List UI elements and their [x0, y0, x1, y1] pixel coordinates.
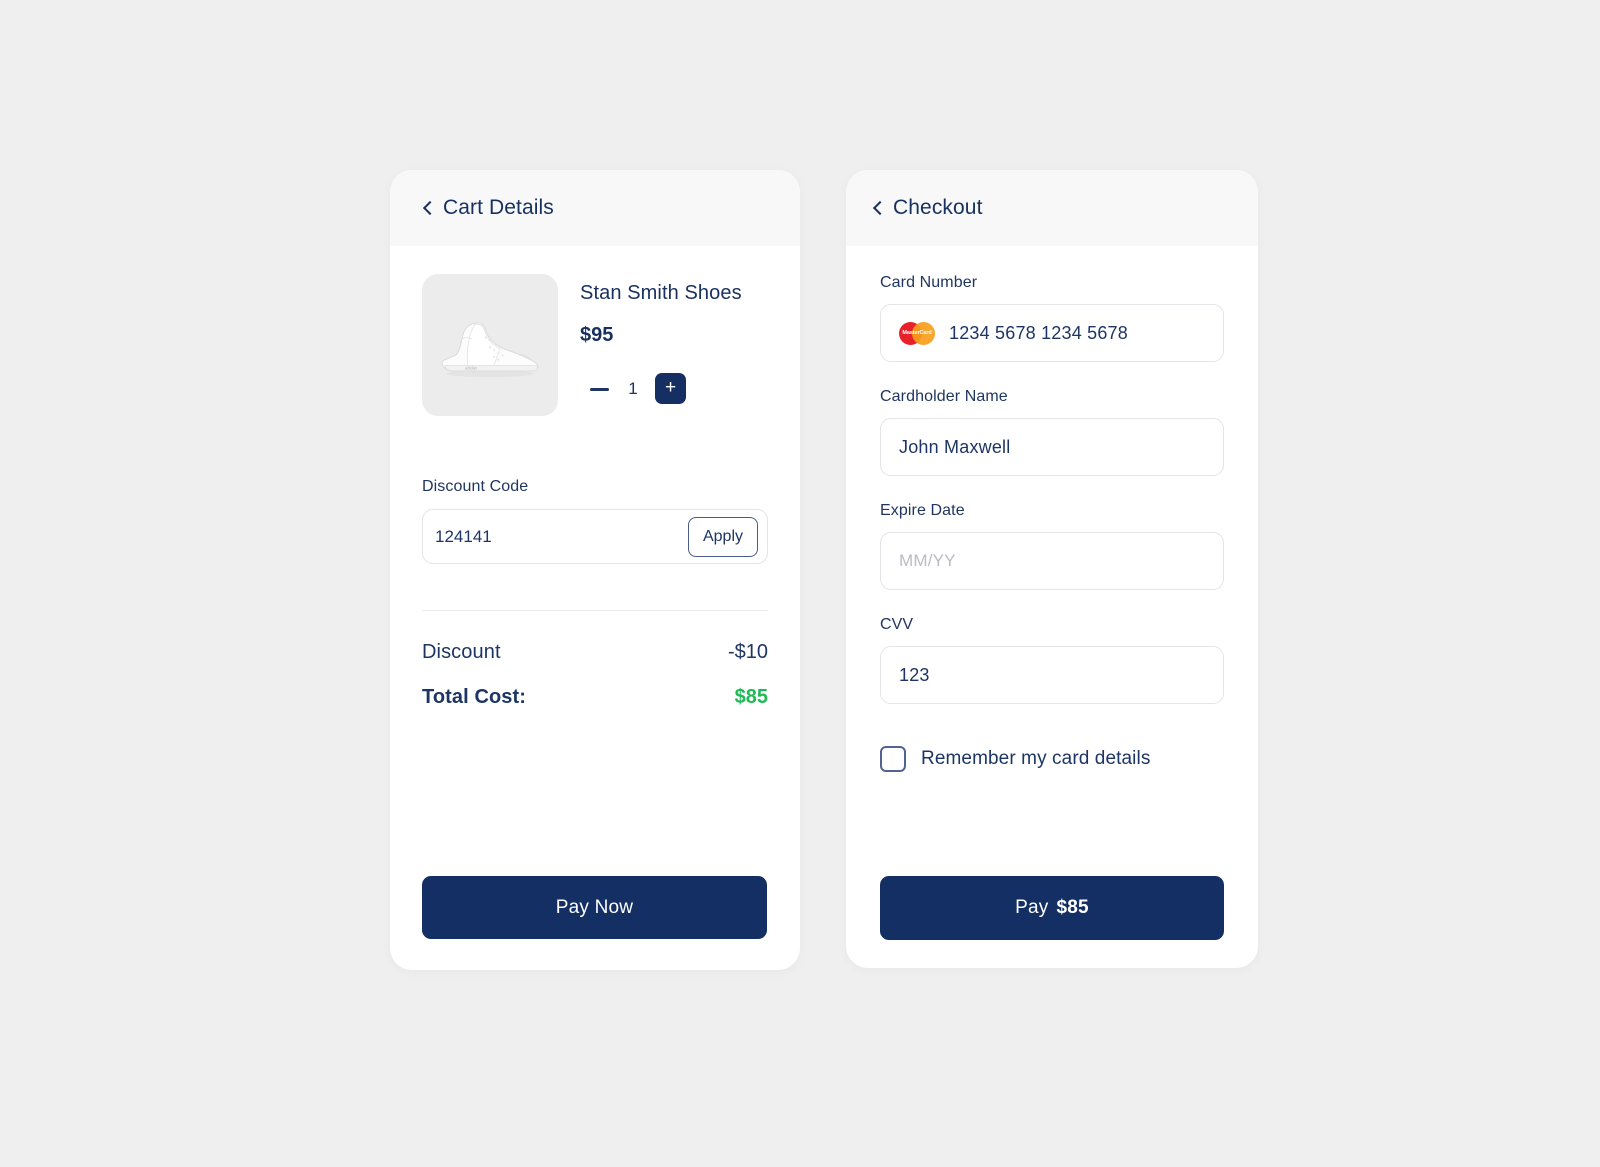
pay-prefix-label: Pay: [1015, 897, 1049, 918]
card-number-input[interactable]: 1234 5678 1234 5678: [949, 323, 1128, 344]
cardholder-name-input[interactable]: John Maxwell: [899, 437, 1010, 458]
pay-now-button[interactable]: Pay Now: [422, 876, 767, 939]
card-number-field[interactable]: MasterCard 1234 5678 1234 5678: [880, 304, 1224, 362]
checkout-title: Checkout: [893, 196, 983, 219]
discount-code-input[interactable]: 124141: [435, 527, 688, 547]
product-info: Stan Smith Shoes $95 1 +: [580, 274, 768, 416]
product-name: Stan Smith Shoes: [580, 282, 742, 304]
discount-summary-label: Discount: [422, 641, 501, 663]
total-cost-label: Total Cost:: [422, 686, 527, 708]
checkout-card-body: Card Number MasterCard 1234 5678 1234 56…: [846, 274, 1258, 772]
total-cost-row: Total Cost: $85: [422, 686, 768, 709]
expire-date-label: Expire Date: [880, 502, 965, 519]
cardholder-name-field[interactable]: John Maxwell: [880, 418, 1224, 476]
page-title: Cart Details: [443, 196, 554, 219]
expire-date-field[interactable]: MM/YY: [880, 532, 1224, 590]
discount-summary-amount: -$10: [727, 641, 768, 663]
remember-card-checkbox[interactable]: [880, 746, 906, 772]
checkout-card-header: Checkout: [846, 170, 1258, 246]
back-to-checkout-button[interactable]: Checkout: [871, 196, 983, 220]
pay-amount-label: $85: [1056, 897, 1089, 918]
remember-card-row[interactable]: Remember my card details: [880, 746, 1224, 772]
back-to-cart-button[interactable]: Cart Details: [421, 196, 554, 220]
cvv-group: CVV 123: [880, 616, 1224, 704]
summary-divider: [422, 610, 768, 611]
cart-card-body: adidas Stan Smith Shoes $95 1 + Discount…: [390, 274, 800, 709]
total-cost-amount: $85: [734, 686, 768, 708]
svg-text:adidas: adidas: [465, 366, 477, 371]
screen: Cart Details adidas Stan Smith Shoes $95…: [0, 0, 1600, 1167]
mastercard-wordmark: MasterCard: [902, 329, 932, 336]
remember-card-label: Remember my card details: [921, 748, 1151, 769]
product-row: adidas Stan Smith Shoes $95 1 +: [422, 274, 768, 416]
quantity-stepper: 1 +: [589, 373, 768, 404]
discount-summary-row: Discount -$10: [422, 641, 768, 664]
chevron-left-icon: [871, 202, 884, 215]
cvv-field[interactable]: 123: [880, 646, 1224, 704]
white-sneaker-icon: adidas: [441, 322, 539, 378]
card-number-group: Card Number MasterCard 1234 5678 1234 56…: [880, 274, 1224, 362]
discount-code-field[interactable]: 124141 Apply: [422, 509, 768, 564]
checkout-card: Checkout Card Number MasterCard 1234 567…: [846, 170, 1258, 968]
discount-code-label: Discount Code: [422, 478, 529, 495]
product-price: $95: [580, 324, 614, 346]
expire-date-input[interactable]: MM/YY: [899, 551, 956, 571]
cart-details-card: Cart Details adidas Stan Smith Shoes $95…: [390, 170, 800, 970]
apply-discount-button[interactable]: Apply: [687, 516, 758, 557]
cardholder-name-label: Cardholder Name: [880, 388, 1008, 405]
quantity-decrease-button[interactable]: [589, 378, 611, 400]
cvv-label: CVV: [880, 616, 914, 633]
expire-date-group: Expire Date MM/YY: [880, 502, 1224, 590]
quantity-increase-button[interactable]: +: [655, 373, 686, 404]
chevron-left-icon: [421, 202, 434, 215]
cart-card-header: Cart Details: [390, 170, 800, 246]
cvv-input[interactable]: 123: [899, 665, 930, 686]
pay-amount-button[interactable]: Pay $85: [880, 876, 1224, 940]
product-image: adidas: [422, 274, 558, 416]
cardholder-name-group: Cardholder Name John Maxwell: [880, 388, 1224, 476]
quantity-value: 1: [628, 378, 638, 398]
card-number-label: Card Number: [880, 274, 978, 291]
mastercard-icon: MasterCard: [899, 321, 935, 345]
